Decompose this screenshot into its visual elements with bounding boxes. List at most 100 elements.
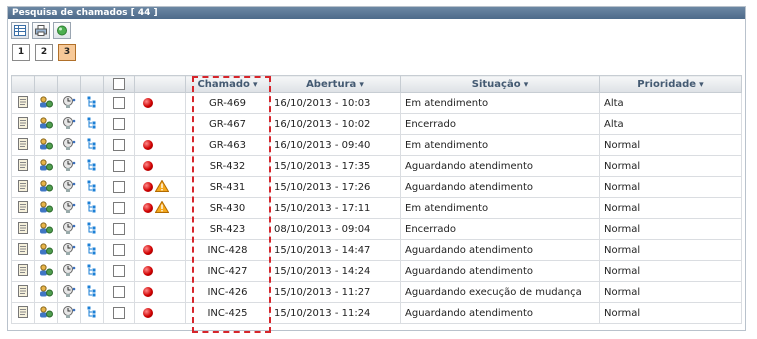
row-checkbox-cell[interactable] [103, 260, 135, 282]
col-header-prioridade[interactable]: Prioridade [599, 75, 742, 93]
assign-cell[interactable] [34, 260, 58, 282]
details-cell[interactable] [11, 176, 35, 198]
tree-icon[interactable] [87, 138, 97, 150]
details-cell[interactable] [11, 302, 35, 324]
assign-cell[interactable] [34, 302, 58, 324]
history-icon[interactable] [62, 221, 76, 234]
history-cell[interactable] [57, 260, 81, 282]
tree-icon[interactable] [87, 201, 97, 213]
row-checkbox-cell[interactable] [103, 176, 135, 198]
history-cell[interactable] [57, 281, 81, 303]
history-cell[interactable] [57, 155, 81, 177]
details-cell[interactable] [11, 218, 35, 240]
assign-user-icon[interactable] [39, 179, 53, 192]
assign-cell[interactable] [34, 239, 58, 261]
details-icon[interactable] [18, 221, 28, 234]
table-row[interactable]: SR-431 15/10/2013 - 17:26 Aguardando ate… [11, 176, 742, 198]
tree-cell[interactable] [80, 113, 104, 135]
details-icon[interactable] [18, 200, 28, 213]
row-checkbox[interactable] [113, 139, 125, 151]
details-cell[interactable] [11, 113, 35, 135]
page-2-button[interactable]: 2 [35, 44, 53, 61]
table-row[interactable]: GR-463 16/10/2013 - 09:40 Em atendimento… [11, 134, 742, 156]
assign-cell[interactable] [34, 218, 58, 240]
tree-cell[interactable] [80, 260, 104, 282]
assign-cell[interactable] [34, 113, 58, 135]
assign-user-icon[interactable] [39, 116, 53, 129]
details-icon[interactable] [18, 305, 28, 318]
details-icon[interactable] [18, 95, 28, 108]
history-icon[interactable] [62, 95, 76, 108]
tree-cell[interactable] [80, 239, 104, 261]
assign-cell[interactable] [34, 176, 58, 198]
row-checkbox-cell[interactable] [103, 92, 135, 114]
row-checkbox-cell[interactable] [103, 155, 135, 177]
row-checkbox-cell[interactable] [103, 302, 135, 324]
tree-cell[interactable] [80, 176, 104, 198]
history-icon[interactable] [62, 179, 76, 192]
tree-cell[interactable] [80, 155, 104, 177]
history-cell[interactable] [57, 197, 81, 219]
assign-user-icon[interactable] [39, 221, 53, 234]
tree-icon[interactable] [87, 117, 97, 129]
history-icon[interactable] [62, 137, 76, 150]
details-cell[interactable] [11, 239, 35, 261]
details-icon[interactable] [18, 284, 28, 297]
select-all-checkbox[interactable] [113, 78, 125, 90]
tree-cell[interactable] [80, 197, 104, 219]
row-checkbox[interactable] [113, 244, 125, 256]
table-row[interactable]: GR-467 16/10/2013 - 10:02 Encerrado Alta [11, 113, 742, 135]
details-cell[interactable] [11, 92, 35, 114]
details-icon[interactable] [18, 137, 28, 150]
page-3-button[interactable]: 3 [58, 44, 76, 61]
history-icon[interactable] [62, 263, 76, 276]
col-header-abertura[interactable]: Abertura [269, 75, 401, 93]
details-icon[interactable] [18, 179, 28, 192]
row-checkbox-cell[interactable] [103, 113, 135, 135]
row-checkbox[interactable] [113, 223, 125, 235]
assign-user-icon[interactable] [39, 284, 53, 297]
chamado-cell[interactable]: INC-428 [185, 239, 270, 261]
chamado-cell[interactable]: INC-427 [185, 260, 270, 282]
history-icon[interactable] [62, 158, 76, 171]
refresh-icon[interactable] [53, 22, 71, 39]
row-checkbox[interactable] [113, 97, 125, 109]
chamado-cell[interactable]: GR-469 [185, 92, 270, 114]
tree-icon[interactable] [87, 306, 97, 318]
history-icon[interactable] [62, 305, 76, 318]
table-row[interactable]: INC-427 15/10/2013 - 14:24 Aguardando at… [11, 260, 742, 282]
assign-user-icon[interactable] [39, 305, 53, 318]
details-icon[interactable] [18, 263, 28, 276]
table-view-icon[interactable] [11, 22, 29, 39]
chamado-cell[interactable]: SR-430 [185, 197, 270, 219]
row-checkbox[interactable] [113, 286, 125, 298]
tree-cell[interactable] [80, 218, 104, 240]
tree-icon[interactable] [87, 264, 97, 276]
assign-user-icon[interactable] [39, 242, 53, 255]
history-cell[interactable] [57, 176, 81, 198]
row-checkbox-cell[interactable] [103, 218, 135, 240]
col-header-situacao[interactable]: Situação [400, 75, 600, 93]
history-icon[interactable] [62, 200, 76, 213]
table-row[interactable]: GR-469 16/10/2013 - 10:03 Em atendimento… [11, 92, 742, 114]
details-icon[interactable] [18, 158, 28, 171]
row-checkbox[interactable] [113, 181, 125, 193]
row-checkbox-cell[interactable] [103, 239, 135, 261]
history-icon[interactable] [62, 284, 76, 297]
table-row[interactable]: INC-425 15/10/2013 - 11:24 Aguardando at… [11, 302, 742, 324]
history-icon[interactable] [62, 116, 76, 129]
chamado-cell[interactable]: GR-463 [185, 134, 270, 156]
chamado-cell[interactable]: GR-467 [185, 113, 270, 135]
details-icon[interactable] [18, 242, 28, 255]
assign-user-icon[interactable] [39, 263, 53, 276]
table-row[interactable]: INC-426 15/10/2013 - 11:27 Aguardando ex… [11, 281, 742, 303]
chamado-cell[interactable]: INC-425 [185, 302, 270, 324]
assign-user-icon[interactable] [39, 158, 53, 171]
details-cell[interactable] [11, 197, 35, 219]
assign-cell[interactable] [34, 134, 58, 156]
tree-icon[interactable] [87, 243, 97, 255]
chamado-cell[interactable]: SR-423 [185, 218, 270, 240]
print-icon[interactable] [32, 22, 50, 39]
history-cell[interactable] [57, 218, 81, 240]
row-checkbox[interactable] [113, 202, 125, 214]
